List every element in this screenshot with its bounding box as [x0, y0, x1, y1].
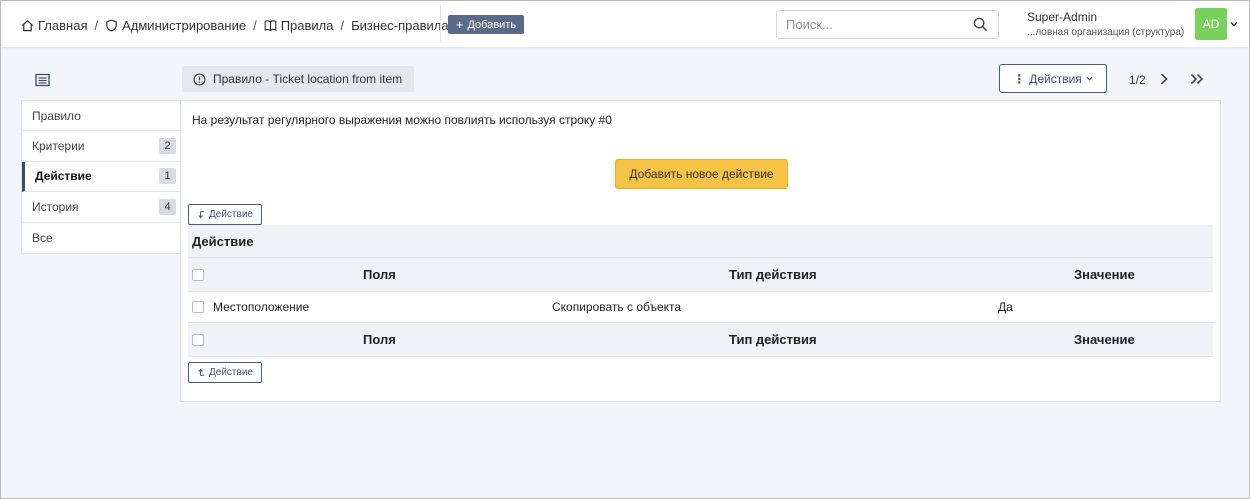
column-header-value[interactable]: Значение	[1074, 267, 1135, 282]
item-title-text: Правило - Ticket location from item	[213, 72, 403, 86]
tab-label: Действие	[35, 169, 92, 184]
tab-criteria[interactable]: Критерии 2	[22, 131, 180, 162]
actions-button[interactable]: ⋮ Действия	[999, 64, 1107, 93]
table-footer: Поля Тип действия Значение	[188, 323, 1213, 357]
tab-history[interactable]: История 4	[22, 192, 180, 223]
home-icon	[21, 19, 34, 31]
breadcrumb-home-label: Главная	[38, 17, 88, 33]
column-header-fields[interactable]: Поля	[363, 267, 396, 282]
actions-button-label: Действия	[1029, 71, 1082, 86]
more-vertical-icon: ⋮	[1013, 71, 1026, 86]
info-text: На результат регулярного выражения можно…	[192, 113, 612, 127]
tab-label: Все	[32, 230, 53, 245]
table-row[interactable]: Местоположение Скопировать с объекта Да	[188, 292, 1213, 323]
item-title: Правило - Ticket location from item	[182, 66, 414, 92]
double-chevron-right-icon[interactable]	[1189, 72, 1205, 86]
select-all-checkbox[interactable]	[192, 268, 204, 281]
cell-action-type: Скопировать с объекта	[552, 300, 682, 314]
info-icon	[193, 73, 206, 85]
select-all-checkbox[interactable]	[192, 333, 204, 346]
header-divider	[440, 5, 441, 43]
breadcrumb-rules[interactable]: Правила	[264, 18, 334, 33]
book-icon	[264, 19, 277, 31]
actions-table: Действие Поля Тип действия Значение Мест…	[188, 225, 1213, 357]
action-batch-button-top[interactable]: Действие	[188, 204, 262, 225]
tab-label: История	[32, 199, 79, 214]
plus-icon: +	[455, 17, 464, 32]
search-box	[776, 10, 999, 39]
count-badge: 4	[159, 198, 176, 215]
action-batch-button-bottom[interactable]: Действие	[188, 362, 262, 383]
chevron-down-icon	[1086, 76, 1093, 81]
column-footer-action-type[interactable]: Тип действия	[729, 332, 817, 347]
breadcrumb-rules-label: Правила	[280, 17, 334, 33]
table-header: Поля Тип действия Значение	[188, 258, 1213, 292]
list-view-icon[interactable]	[35, 73, 50, 87]
pager-counter: 1/2	[1129, 73, 1146, 87]
breadcrumb-home[interactable]: Главная	[21, 18, 87, 33]
cell-value: Да	[998, 300, 1013, 314]
user-name: Super-Admin	[1027, 10, 1098, 24]
breadcrumb-separator: /	[253, 17, 257, 33]
tab-rule[interactable]: Правило	[22, 101, 180, 132]
tab-list: Правило Критерии 2 Действие 1 История 4 …	[21, 100, 181, 254]
breadcrumb-separator: /	[340, 17, 345, 33]
breadcrumb-current[interactable]: Бизнес-правила...	[351, 18, 459, 33]
action-batch-label: Действие	[209, 367, 253, 378]
search-input[interactable]	[786, 17, 966, 32]
tab-label: Критерии	[32, 139, 85, 154]
chevron-right-icon[interactable]	[1158, 72, 1170, 86]
breadcrumb-admin-label: Администрирование	[122, 17, 247, 33]
breadcrumb-separator: /	[94, 17, 99, 33]
table-caption: Действие	[188, 225, 1213, 258]
chevron-down-icon[interactable]	[1230, 20, 1238, 28]
tab-all[interactable]: Все	[22, 223, 180, 253]
arrow-down-left-icon	[198, 211, 205, 219]
main-panel: На результат регулярного выражения можно…	[180, 100, 1221, 402]
cell-field[interactable]: Местоположение	[213, 300, 309, 314]
shield-icon	[106, 19, 117, 32]
add-action-button[interactable]: Добавить новое действие	[615, 159, 788, 189]
column-header-action-type[interactable]: Тип действия	[729, 267, 817, 282]
row-checkbox[interactable]	[192, 301, 204, 313]
breadcrumb: Главная / Администрирование / Правила / …	[21, 16, 459, 34]
avatar[interactable]: AD	[1195, 8, 1227, 40]
add-button-label: Добавить	[467, 18, 517, 31]
user-info[interactable]: Super-Admin ...ловная организация (струк…	[1027, 10, 1184, 38]
column-footer-fields[interactable]: Поля	[363, 332, 396, 347]
breadcrumb-admin[interactable]: Администрирование	[105, 18, 246, 33]
tab-label: Правило	[32, 108, 81, 123]
action-batch-label: Действие	[209, 209, 253, 220]
count-badge: 2	[159, 138, 176, 155]
search-icon[interactable]	[973, 17, 988, 32]
top-bar: Главная / Администрирование / Правила / …	[1, 1, 1249, 47]
count-badge: 1	[159, 168, 176, 185]
add-button[interactable]: + Добавить	[448, 15, 524, 34]
column-footer-value[interactable]: Значение	[1074, 332, 1135, 347]
arrow-up-left-icon	[198, 368, 205, 376]
tab-action[interactable]: Действие 1	[22, 161, 180, 193]
user-organization: ...ловная организация (структура)	[1027, 27, 1185, 38]
